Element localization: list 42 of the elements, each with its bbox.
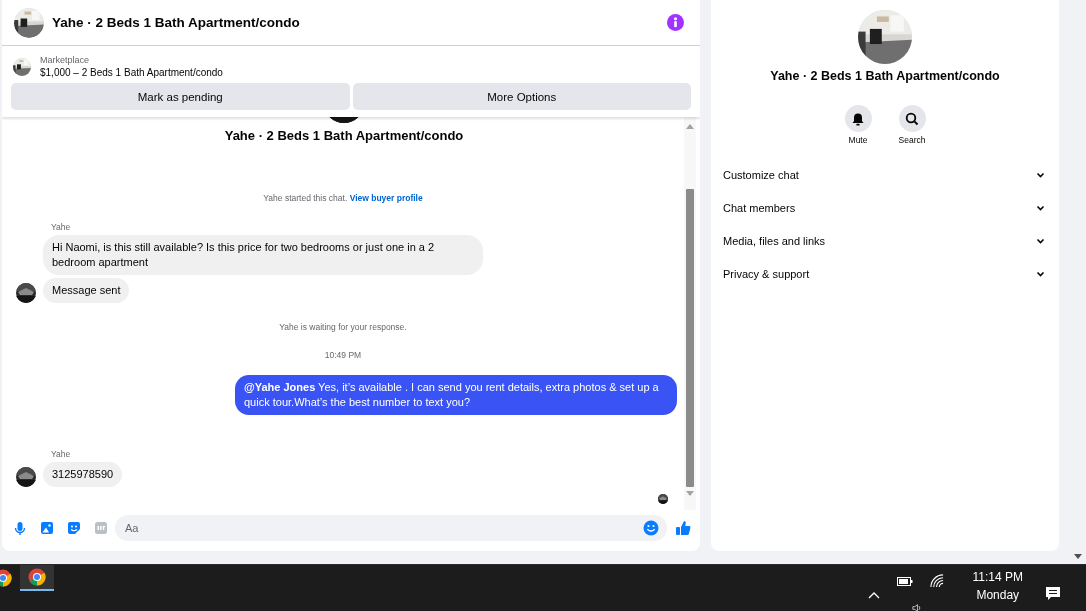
section-row[interactable]: Chat members xyxy=(711,191,1059,224)
conversation-title: Yahe · 2 Beds 1 Bath Apartment/condo xyxy=(223,128,465,143)
action-button[interactable]: More Options xyxy=(352,83,691,110)
bell-icon xyxy=(851,111,865,126)
listing-label: Marketplace xyxy=(40,54,91,66)
chat-title: Yahe · 2 Beds 1 Bath Apartment/condo xyxy=(52,15,301,30)
emoji-icon[interactable] xyxy=(643,520,659,536)
icon-button[interactable] xyxy=(898,105,926,132)
message-bubble: @Yahe Jones Yes, it’s available . I can send you rent details, extra photos & set up a quick tour.What’s the best number to text you? xyxy=(235,375,677,415)
system-note: Yahe is waiting for your response. xyxy=(278,322,408,332)
info-icon[interactable] xyxy=(667,14,684,31)
buyer-profile-link[interactable]: View buyer profile xyxy=(349,193,423,203)
speaker-icon[interactable] xyxy=(909,604,923,611)
section-row[interactable]: Media, files and links xyxy=(711,224,1059,257)
conversation-title: Yahe · 2 Beds 1 Bath Apartment/condo xyxy=(770,69,1000,83)
action-label: Mute xyxy=(848,135,868,145)
section-row[interactable]: Privacy & support xyxy=(711,257,1059,290)
sender-name: Yahe xyxy=(51,449,72,459)
microphone-icon[interactable] xyxy=(13,520,27,536)
section-row[interactable]: Customize chat xyxy=(711,158,1059,191)
wifi-icon[interactable] xyxy=(929,574,944,588)
message-bubble: 3125978590 xyxy=(43,462,123,487)
message-bubble: Message sent xyxy=(43,278,130,303)
action-button[interactable]: Mark as pending xyxy=(11,83,350,110)
thumbs-up-icon[interactable] xyxy=(675,520,691,536)
browser-icon[interactable] xyxy=(20,565,54,591)
clock-time[interactable]: 11:14 PM xyxy=(972,568,1023,586)
icon-button[interactable] xyxy=(844,105,872,132)
message-field[interactable]: Aa xyxy=(115,515,667,541)
action-label: Search xyxy=(898,135,926,145)
search-icon xyxy=(905,111,919,126)
notification-icon[interactable] xyxy=(1045,586,1061,601)
message-bubble: Hi Naomi, is this still available? Is this price for two bedrooms or just one in a 2 bedroom apartment xyxy=(43,235,483,275)
sender-name: Yahe xyxy=(51,222,72,232)
system-note: Yahe started this chat. View buyer profile xyxy=(262,193,424,203)
timestamp: 10:49 PM xyxy=(323,350,363,360)
battery-icon[interactable] xyxy=(896,576,913,586)
sticker-icon[interactable] xyxy=(67,521,81,535)
listing-title[interactable]: $1,000 – 2 Beds 1 Bath Apartment/condo xyxy=(40,66,223,80)
caret-up-icon[interactable] xyxy=(867,591,880,599)
clock-day[interactable]: Monday xyxy=(976,586,1020,604)
image-icon[interactable] xyxy=(40,521,54,535)
